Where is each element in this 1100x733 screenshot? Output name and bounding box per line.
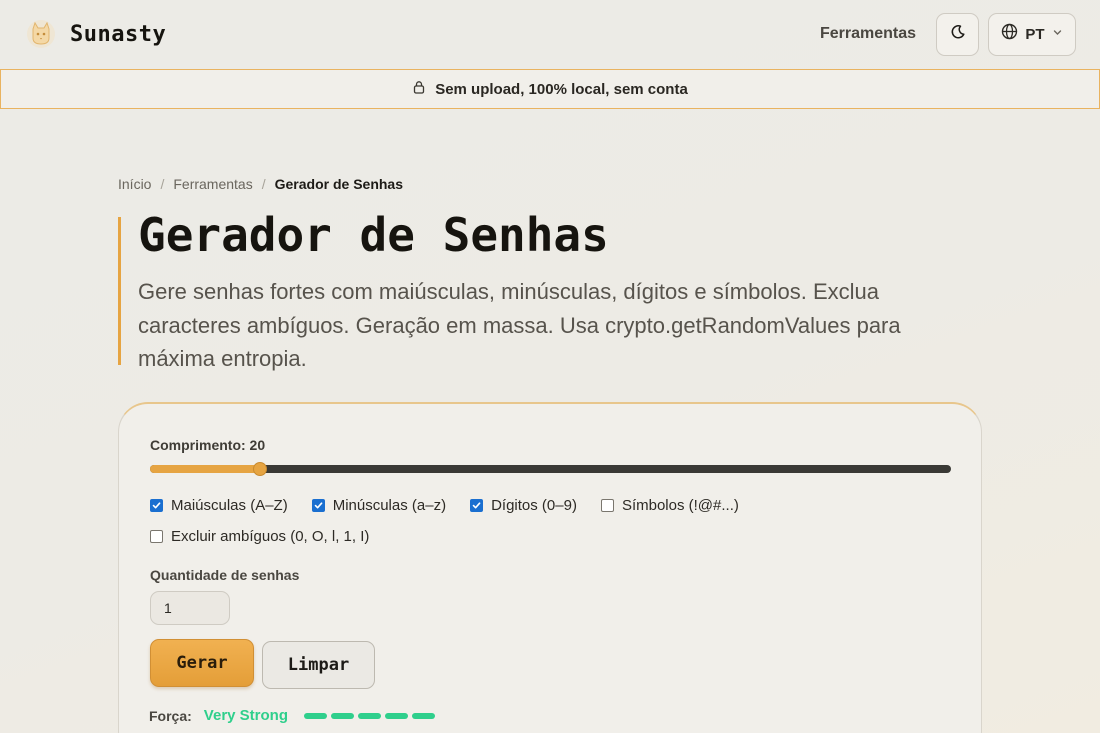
top-header: Sunasty Ferramentas PT: [0, 0, 1100, 68]
header-nav: Ferramentas PT: [820, 12, 1076, 56]
brand[interactable]: Sunasty: [26, 19, 166, 49]
lowercase-checkbox[interactable]: [311, 499, 325, 512]
option-exclude-ambiguous[interactable]: Excluir ambíguos (0, O, l, 1, I): [150, 528, 369, 545]
length-slider[interactable]: [150, 462, 951, 476]
chevron-down-icon: [1052, 25, 1063, 43]
language-label: PT: [1025, 25, 1045, 43]
strength-meter: Força: Very Strong: [149, 707, 435, 724]
option-uppercase[interactable]: Maiúsculas (A–Z): [150, 497, 288, 514]
option-digits[interactable]: Dígitos (0–9): [470, 497, 577, 514]
option-label: Minúsculas (a–z): [332, 497, 447, 514]
language-selector[interactable]: PT: [988, 12, 1076, 56]
page-description: Gere senhas fortes com maiúsculas, minús…: [138, 279, 901, 371]
nav-link-tools[interactable]: Ferramentas: [820, 25, 916, 43]
strength-value: Very Strong: [203, 707, 288, 724]
length-slider-thumb[interactable]: [253, 462, 268, 476]
hero-section: Gerador de Senhas Gere senhas fortes com…: [118, 208, 938, 371]
generator-card: Comprimento: 20 Maiúsculas (A–Z) Minúscu…: [118, 402, 982, 733]
generate-button[interactable]: Gerar: [150, 639, 254, 687]
quantity-label: Quantidade de senhas: [150, 567, 300, 583]
length-slider-fill: [150, 465, 261, 473]
symbols-checkbox[interactable]: [600, 499, 614, 512]
option-label: Símbolos (!@#...): [621, 497, 739, 514]
banner-text: Sem upload, 100% local, sem conta: [435, 80, 688, 98]
breadcrumb-tools[interactable]: Ferramentas: [173, 176, 252, 192]
option-label: Excluir ambíguos (0, O, l, 1, I): [171, 528, 370, 545]
strength-bar-segment: [385, 712, 408, 719]
option-symbols[interactable]: Símbolos (!@#...): [600, 497, 739, 514]
brand-name: Sunasty: [70, 21, 167, 47]
page-title: Gerador de Senhas: [138, 208, 609, 262]
charset-options: Maiúsculas (A–Z) Minúsculas (a–z) Dígito…: [150, 497, 739, 514]
length-label: Comprimento: 20: [150, 437, 266, 453]
strength-bar-segment: [304, 712, 327, 719]
exclude-ambiguous-checkbox[interactable]: [150, 530, 163, 543]
breadcrumb: Início / Ferramentas / Gerador de Senhas: [118, 176, 403, 192]
clear-button[interactable]: Limpar: [262, 641, 375, 689]
uppercase-checkbox[interactable]: [150, 499, 163, 512]
breadcrumb-separator: /: [261, 176, 266, 192]
theme-toggle-button[interactable]: [936, 12, 979, 56]
globe-icon: [1001, 23, 1018, 45]
breadcrumb-current: Gerador de Senhas: [274, 176, 403, 192]
strength-label: Força:: [149, 707, 192, 724]
exclude-row: Excluir ambíguos (0, O, l, 1, I): [150, 528, 369, 545]
digits-checkbox[interactable]: [470, 499, 484, 512]
breadcrumb-separator: /: [160, 176, 165, 192]
lock-icon: [412, 80, 426, 99]
privacy-banner: Sem upload, 100% local, sem conta: [0, 69, 1100, 109]
quantity-input[interactable]: 1: [150, 591, 230, 625]
strength-bar-segment: [331, 712, 354, 719]
moon-icon: [950, 24, 966, 45]
strength-bars: [304, 712, 435, 719]
cat-logo-icon: [26, 19, 56, 49]
breadcrumb-home[interactable]: Início: [118, 176, 151, 192]
strength-bar-segment: [412, 712, 435, 719]
option-lowercase[interactable]: Minúsculas (a–z): [311, 497, 447, 514]
option-label: Dígitos (0–9): [491, 497, 577, 514]
strength-bar-segment: [358, 712, 381, 719]
option-label: Maiúsculas (A–Z): [171, 497, 288, 514]
